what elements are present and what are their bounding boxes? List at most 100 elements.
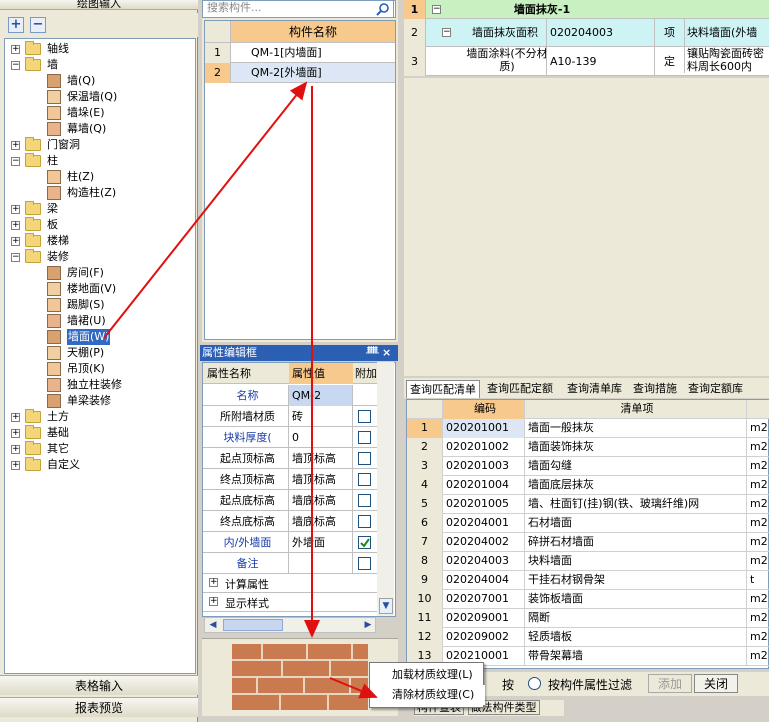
tree-node[interactable]: 天棚(P) <box>5 345 193 361</box>
attach-checkbox[interactable] <box>358 515 371 528</box>
tree-node[interactable]: 房间(F) <box>5 265 193 281</box>
query-row[interactable]: 11 020209001 隔断 m2 <box>407 609 769 628</box>
expand-icon[interactable]: + <box>11 429 20 438</box>
property-row[interactable]: 备注 <box>203 553 379 574</box>
expand-icon[interactable]: + <box>209 597 218 606</box>
scroll-down-icon[interactable]: ▼ <box>379 598 393 614</box>
menu-clear-texture[interactable]: 清除材质纹理(C) <box>370 685 485 705</box>
search-button[interactable] <box>372 0 394 18</box>
tree-node[interactable]: 踢脚(S) <box>5 297 193 313</box>
radio-filter-label[interactable]: 按构件属性过滤 <box>548 676 632 693</box>
tree-node[interactable]: + 楼梯 <box>5 233 193 249</box>
collapse-icon[interactable]: − <box>11 61 20 70</box>
menu-load-texture[interactable]: 加载材质纹理(L) <box>370 665 485 685</box>
tree-node[interactable]: + 板 <box>5 217 193 233</box>
query-row[interactable]: 3 020201003 墙面勾缝 m2 <box>407 457 769 476</box>
expand-icon[interactable]: + <box>11 205 20 214</box>
property-value[interactable]: 墙顶标高 <box>289 469 353 490</box>
method-row[interactable]: 1− 墙面抹灰-1 <box>404 0 769 19</box>
attach-checkbox[interactable] <box>358 473 371 486</box>
table-input-button[interactable]: 表格输入 <box>0 675 198 695</box>
component-row[interactable]: 1 QM-1[内墙面] <box>205 43 395 63</box>
tree-node[interactable]: − 墙 <box>5 57 193 73</box>
tree-node[interactable]: 单梁装修 <box>5 393 193 409</box>
property-vscrollbar[interactable]: ▼ <box>377 362 394 616</box>
query-row[interactable]: 9 020204004 干挂石材钢骨架 t <box>407 571 769 590</box>
query-tab[interactable]: 查询匹配定额 <box>484 380 556 398</box>
property-value[interactable]: 墙顶标高 <box>289 448 353 469</box>
tree-node[interactable]: + 自定义 <box>5 457 193 473</box>
tree-node[interactable]: 墙面(W) <box>5 329 193 345</box>
property-group[interactable]: + 显示样式 <box>203 593 379 612</box>
property-group[interactable]: + 计算属性 <box>203 574 379 593</box>
scroll-thumb[interactable] <box>223 619 283 631</box>
radio-filter-by-property[interactable] <box>528 677 541 690</box>
query-tab[interactable]: 查询清单库 <box>564 380 625 398</box>
method-row[interactable]: 2 − 墙面抹灰面积 020204003 项块料墙面(外墙 <box>404 19 769 47</box>
query-tab[interactable]: 查询定额库 <box>685 380 746 398</box>
expand-icon[interactable]: + <box>11 461 20 470</box>
query-row[interactable]: 1 020201001 墙面一般抹灰 m2 <box>407 419 769 438</box>
property-row[interactable]: 块料厚度(0 <box>203 427 379 448</box>
attach-checkbox[interactable] <box>358 557 371 570</box>
query-row[interactable]: 2 020201002 墙面装饰抹灰 m2 <box>407 438 769 457</box>
query-tab[interactable]: 查询措施 <box>630 380 680 398</box>
tree-node[interactable]: + 基础 <box>5 425 193 441</box>
tree-node[interactable]: − 装修 <box>5 249 193 265</box>
scroll-left-icon[interactable]: ◀ <box>206 619 220 631</box>
close-button[interactable]: 关闭 <box>694 674 738 693</box>
close-icon[interactable]: × <box>382 345 391 361</box>
property-row[interactable]: 名称 QM-2 <box>203 385 379 406</box>
attach-checkbox[interactable] <box>358 431 371 444</box>
tree-node[interactable]: 保温墙(Q) <box>5 89 193 105</box>
report-preview-button[interactable]: 报表预览 <box>0 697 198 717</box>
collapse-icon[interactable]: − <box>442 28 451 37</box>
tree-node[interactable]: 楼地面(V) <box>5 281 193 297</box>
property-row[interactable]: 终点顶标高 墙顶标高 <box>203 469 379 490</box>
property-row[interactable]: 终点底标高 墙底标高 <box>203 511 379 532</box>
property-row[interactable]: 内/外墙面 外墙面 <box>203 532 379 553</box>
expand-icon[interactable]: + <box>11 237 20 246</box>
query-row[interactable]: 7 020204002 碎拼石材墙面 m2 <box>407 533 769 552</box>
tree-node[interactable]: 吊顶(K) <box>5 361 193 377</box>
property-value[interactable]: 外墙面 <box>289 532 353 553</box>
attach-checkbox[interactable] <box>358 410 371 423</box>
tree-node[interactable]: 墙垛(E) <box>5 105 193 121</box>
tree-node[interactable]: 墙(Q) <box>5 73 193 89</box>
query-row[interactable]: 12 020209002 轻质墙板 m2 <box>407 628 769 647</box>
tree-node[interactable]: − 柱 <box>5 153 193 169</box>
property-value[interactable]: 墙底标高 <box>289 511 353 532</box>
add-button[interactable]: + <box>8 17 24 33</box>
tree-node[interactable]: 构造柱(Z) <box>5 185 193 201</box>
query-row[interactable]: 6 020204001 石材墙面 m2 <box>407 514 769 533</box>
tree-node[interactable]: + 土方 <box>5 409 193 425</box>
expand-icon[interactable]: + <box>11 141 20 150</box>
collapse-icon[interactable]: − <box>432 4 441 14</box>
scroll-right-icon[interactable]: ▶ <box>361 619 375 631</box>
property-value[interactable]: 砖 <box>289 406 353 427</box>
expand-icon[interactable]: + <box>209 578 218 587</box>
property-value[interactable]: 墙底标高 <box>289 490 353 511</box>
pin-icon[interactable]: ᚙ <box>366 345 379 361</box>
search-input[interactable]: 搜索构件... <box>202 0 396 18</box>
property-row[interactable]: 起点底标高 墙底标高 <box>203 490 379 511</box>
property-hscrollbar[interactable]: ◀ ▶ <box>204 617 376 633</box>
component-row[interactable]: 2 QM-2[外墙面] <box>205 63 395 83</box>
attach-checkbox[interactable] <box>358 494 371 507</box>
expand-icon[interactable]: + <box>11 45 20 54</box>
query-tab[interactable]: 查询匹配清单 <box>406 380 480 398</box>
query-row[interactable]: 8 020204003 块料墙面 m2 <box>407 552 769 571</box>
attach-checkbox[interactable] <box>358 452 371 465</box>
brick-texture-preview[interactable] <box>232 644 368 710</box>
tree-node[interactable]: + 梁 <box>5 201 193 217</box>
tree-node[interactable]: 柱(Z) <box>5 169 193 185</box>
attach-checkbox[interactable] <box>358 536 371 549</box>
property-value[interactable]: QM-2 <box>289 385 353 406</box>
method-row[interactable]: 3 墙面涂料(不分材质) A10-139 定镶贴陶瓷面砖密 料周长600内 <box>404 47 769 76</box>
query-row[interactable]: 10 020207001 装饰板墙面 m2 <box>407 590 769 609</box>
collapse-icon[interactable]: − <box>11 157 20 166</box>
expand-icon[interactable]: + <box>11 413 20 422</box>
add-button[interactable]: 添加 <box>648 674 692 693</box>
property-row[interactable]: 起点顶标高 墙顶标高 <box>203 448 379 469</box>
property-row[interactable]: 所附墙材质砖 <box>203 406 379 427</box>
